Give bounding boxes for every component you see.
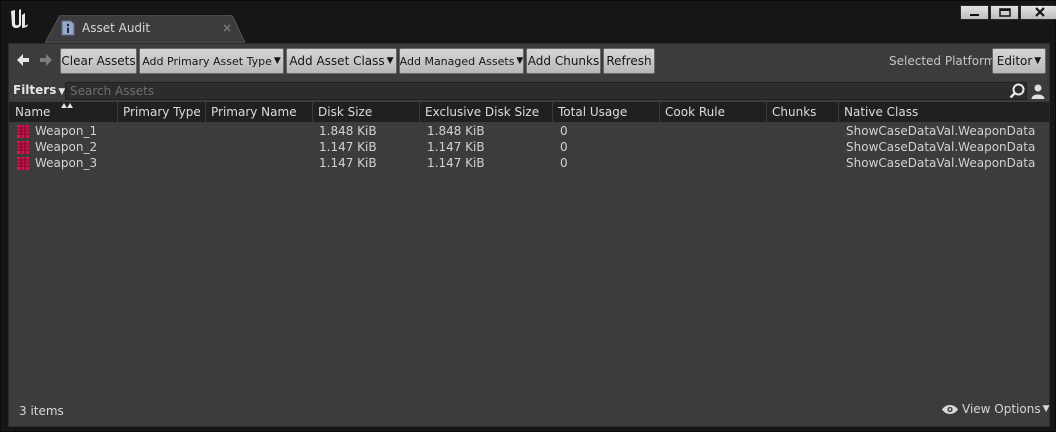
- cell-disk-size: 1.147 KiB: [319, 140, 377, 154]
- cell-exclusive-disk-size: 1.848 KiB: [427, 124, 485, 138]
- filters-label: Filters: [13, 83, 57, 97]
- add-chunks-label: Add Chunks: [527, 54, 600, 68]
- cell-total-usage: 0: [560, 140, 568, 154]
- add-managed-assets-button[interactable]: Add Managed Assets ▼: [399, 48, 524, 74]
- cell-name: Weapon_2: [35, 140, 98, 154]
- selected-platform-label: Selected Platform:: [889, 54, 1000, 68]
- tab-asset-audit[interactable]: Asset Audit ×: [45, 15, 245, 43]
- cell-exclusive-disk-size: 1.147 KiB: [427, 140, 485, 154]
- minimize-button[interactable]: [960, 5, 989, 20]
- column-divider[interactable]: [419, 102, 420, 122]
- info-icon: [61, 20, 75, 36]
- column-divider[interactable]: [659, 102, 660, 122]
- clear-assets-label: Clear Assets: [61, 54, 136, 68]
- column-divider[interactable]: [552, 102, 553, 122]
- chevron-down-icon: ▼: [273, 56, 281, 66]
- maximize-button[interactable]: [990, 5, 1019, 20]
- arrow-left-icon[interactable]: [15, 53, 31, 67]
- add-asset-class-button[interactable]: Add Asset Class ▼: [286, 48, 397, 74]
- column-header-exclusive-disk-size[interactable]: Exclusive Disk Size: [425, 102, 539, 122]
- sort-ascending-icon: [61, 103, 73, 108]
- table-header: Name Primary Type Primary Name Disk Size…: [9, 102, 1049, 122]
- column-header-total-usage[interactable]: Total Usage: [558, 102, 627, 122]
- asset-audit-panel: Clear Assets Add Primary Asset Type ▼ Ad…: [8, 43, 1050, 427]
- data-asset-icon: [17, 141, 29, 154]
- user-icon[interactable]: [1030, 83, 1046, 99]
- column-header-name[interactable]: Name: [15, 102, 50, 122]
- chevron-down-icon: ▼: [1034, 56, 1042, 66]
- chevron-down-icon: ▼: [1042, 404, 1050, 414]
- cell-total-usage: 0: [560, 124, 568, 138]
- data-asset-icon: [17, 157, 29, 170]
- cell-native-class: ShowCaseDataVal.WeaponData: [846, 124, 1036, 138]
- minimize-icon: [970, 14, 979, 16]
- title-bar: Asset Audit ×: [1, 1, 1056, 43]
- column-header-chunks[interactable]: Chunks: [772, 102, 816, 122]
- add-managed-assets-label: Add Managed Assets: [399, 54, 515, 68]
- column-header-cook-rule[interactable]: Cook Rule: [665, 102, 725, 122]
- table-row[interactable]: Weapon_1 1.848 KiB 1.848 KiB 0 ShowCaseD…: [9, 123, 1049, 139]
- unreal-engine-logo[interactable]: [7, 7, 31, 31]
- asset-table-body: Weapon_1 1.848 KiB 1.848 KiB 0 ShowCaseD…: [9, 123, 1049, 171]
- maximize-icon: [999, 8, 1011, 17]
- view-options-button[interactable]: View Options ▼: [941, 402, 1050, 416]
- table-row[interactable]: Weapon_3 1.147 KiB 1.147 KiB 0 ShowCaseD…: [9, 155, 1049, 171]
- cell-native-class: ShowCaseDataVal.WeaponData: [846, 140, 1036, 154]
- arrow-right-icon[interactable]: [38, 53, 54, 67]
- column-divider[interactable]: [312, 102, 313, 122]
- view-options-label: View Options: [962, 402, 1041, 416]
- chevron-down-icon: ▼: [516, 56, 524, 66]
- cell-exclusive-disk-size: 1.147 KiB: [427, 156, 485, 170]
- cell-disk-size: 1.147 KiB: [319, 156, 377, 170]
- item-count: 3 items: [19, 404, 64, 418]
- cell-disk-size: 1.848 KiB: [319, 124, 377, 138]
- add-primary-asset-type-button[interactable]: Add Primary Asset Type ▼: [139, 48, 284, 74]
- asset-audit-window: Asset Audit × Clear Assets Add Primary A…: [0, 0, 1056, 432]
- add-chunks-button[interactable]: Add Chunks: [526, 48, 601, 74]
- column-header-disk-size[interactable]: Disk Size: [318, 102, 372, 122]
- window-controls: [960, 5, 1056, 21]
- column-header-primary-name[interactable]: Primary Name: [211, 102, 297, 122]
- cell-native-class: ShowCaseDataVal.WeaponData: [846, 156, 1036, 170]
- clear-assets-button[interactable]: Clear Assets: [60, 48, 137, 74]
- platform-dropdown[interactable]: Editor ▼: [992, 48, 1046, 74]
- add-primary-asset-type-label: Add Primary Asset Type: [142, 54, 272, 68]
- column-header-native-class[interactable]: Native Class: [844, 102, 918, 122]
- platform-value: Editor: [996, 54, 1033, 68]
- column-header-primary-type[interactable]: Primary Type: [123, 102, 201, 122]
- filters-dropdown[interactable]: Filters ▼: [13, 83, 65, 97]
- refresh-button[interactable]: Refresh: [603, 48, 655, 74]
- column-divider[interactable]: [838, 102, 839, 122]
- column-divider[interactable]: [766, 102, 767, 122]
- tab-label: Asset Audit: [82, 21, 151, 35]
- cell-name: Weapon_3: [35, 156, 98, 170]
- cell-total-usage: 0: [560, 156, 568, 170]
- refresh-label: Refresh: [606, 54, 652, 68]
- add-asset-class-label: Add Asset Class: [289, 54, 385, 68]
- column-divider[interactable]: [117, 102, 118, 122]
- eye-icon: [942, 404, 958, 414]
- tab-close-button[interactable]: ×: [222, 21, 232, 35]
- chevron-down-icon: ▼: [386, 56, 394, 66]
- table-row[interactable]: Weapon_2 1.147 KiB 1.147 KiB 0 ShowCaseD…: [9, 139, 1049, 155]
- toolbar: Clear Assets Add Primary Asset Type ▼ Ad…: [9, 44, 1049, 78]
- data-asset-icon: [17, 125, 29, 138]
- close-icon: [1035, 7, 1045, 17]
- cell-name: Weapon_1: [35, 124, 98, 138]
- search-input[interactable]: [68, 83, 1012, 99]
- column-divider[interactable]: [205, 102, 206, 122]
- close-button[interactable]: [1020, 5, 1056, 20]
- search-box: [65, 82, 1027, 100]
- search-icon[interactable]: [1009, 83, 1025, 99]
